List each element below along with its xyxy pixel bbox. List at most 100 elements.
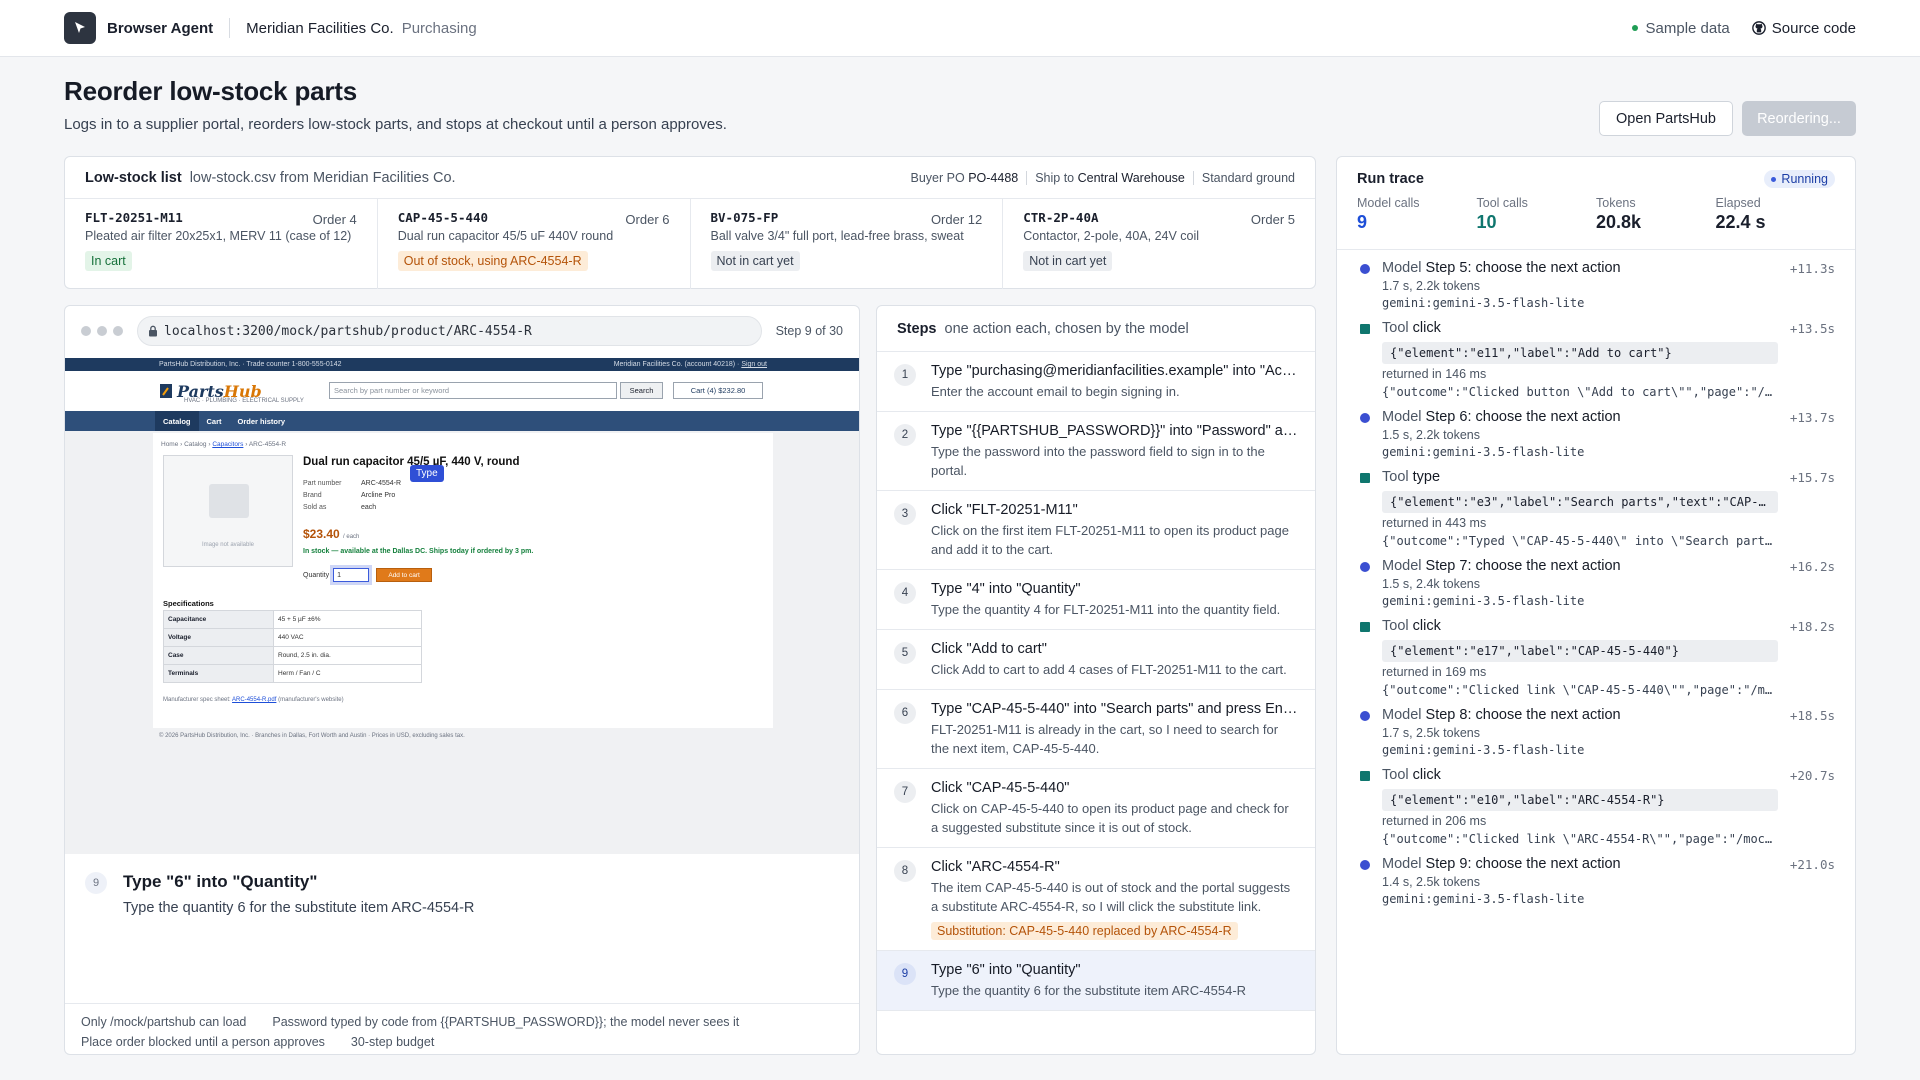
- github-icon: [1751, 21, 1766, 35]
- tool-marker-icon: [1360, 622, 1370, 632]
- source-code-link[interactable]: Source code: [1751, 19, 1856, 37]
- sign-out-link[interactable]: Sign out: [741, 361, 767, 368]
- spec-value: 45 + 5 µF ±6%: [273, 610, 422, 629]
- event-title: Tool type: [1382, 469, 1835, 485]
- event-title: Model Step 6: choose the next action: [1382, 409, 1835, 425]
- steps-subtitle: one action each, chosen by the model: [944, 320, 1189, 337]
- tool-event[interactable]: Tool click +13.5s {"element":"e11","label"…: [1357, 320, 1835, 399]
- event-meta: 1.5 s, 2.4k tokens: [1382, 577, 1480, 591]
- event-kind: Model: [1382, 856, 1422, 872]
- step-number: 9: [894, 963, 916, 985]
- url-bar[interactable]: localhost:3200/mock/partshub/product/ARC…: [137, 316, 762, 346]
- model-marker-icon: [1360, 860, 1370, 870]
- event-title: Tool click: [1382, 320, 1835, 336]
- portal-cart-button[interactable]: Cart (4) $232.80: [673, 382, 763, 399]
- event-kind: Model: [1382, 409, 1422, 425]
- step-title: Click "Add to cart": [931, 641, 1047, 657]
- quantity-input[interactable]: 1: [333, 568, 370, 582]
- tool-args: {"element":"e3","label":"Search parts","…: [1382, 491, 1778, 513]
- event-meta: returned in 206 ms: [1382, 814, 1487, 828]
- top-bar: Browser Agent Meridian Facilities Co. Pu…: [0, 0, 1920, 57]
- tool-event[interactable]: Tool click +20.7s {"element":"e10","label"…: [1357, 767, 1835, 846]
- crumb-link[interactable]: Capacitors: [212, 441, 243, 448]
- crumb-end: › ARC-4554-R: [245, 441, 287, 448]
- event-time: +21.0s: [1789, 857, 1835, 872]
- model-event[interactable]: Model Step 7: choose the next action +16.…: [1357, 558, 1835, 608]
- attribute-label: Part number: [303, 480, 342, 487]
- source-code-label: Source code: [1771, 19, 1856, 37]
- event-name: Step 6: choose the next action: [1425, 409, 1621, 425]
- portal-header: PartsHub HVAC · PLUMBING · ELECTRICAL SU…: [65, 371, 859, 411]
- step-number: 1: [894, 364, 916, 386]
- tool-event[interactable]: Tool click +18.2s {"element":"e17","label"…: [1357, 618, 1835, 697]
- stat-value: 10: [1476, 212, 1497, 232]
- portal-contact: PartsHub Distribution, Inc. · Trade coun…: [159, 361, 342, 368]
- url-text: localhost:3200/mock/partshub/product/ARC…: [164, 323, 532, 339]
- step-item[interactable]: 7 Click "CAP-45-5-440" Click on CAP-45-5-4…: [877, 769, 1315, 848]
- step-title: Type "purchasing@meridianfacilities.exam…: [931, 363, 1299, 379]
- part-card[interactable]: BV-075-FP Order 12 Ball valve 3/4" full po…: [691, 199, 1004, 289]
- part-card[interactable]: FLT-20251-M11 Order 4 Pleated air filter 2…: [65, 199, 378, 289]
- spec-key: Terminals: [163, 664, 274, 683]
- stat-value: 20.8k: [1596, 212, 1642, 232]
- trace-header: Run trace Running Model calls 9 Tool calls…: [1337, 157, 1855, 250]
- event-time: +13.5s: [1789, 321, 1835, 336]
- image-placeholder-icon: [209, 484, 249, 518]
- current-step-title: Type "6" into "Quantity": [123, 872, 318, 891]
- sample-data-indicator: Sample data: [1631, 19, 1730, 37]
- portal-nav-item[interactable]: Cart: [199, 411, 230, 431]
- step-item[interactable]: 5 Click "Add to cart" Click Add to cart to…: [877, 630, 1315, 690]
- add-to-cart-button[interactable]: Add to cart: [376, 568, 433, 582]
- model-event[interactable]: Model Step 8: choose the next action +18.…: [1357, 707, 1835, 757]
- type-action-tag: Type: [410, 465, 444, 482]
- model-event[interactable]: Model Step 5: choose the next action +11.…: [1357, 260, 1835, 310]
- step-item[interactable]: 9 Type "6" into "Quantity" Type the quanti…: [877, 951, 1315, 1011]
- status-dot-icon: [1631, 25, 1638, 31]
- event-title: Model Step 8: choose the next action: [1382, 707, 1835, 723]
- tool-event[interactable]: Tool type +15.7s {"element":"e3","label":"…: [1357, 469, 1835, 548]
- part-card[interactable]: CTR-2P-40A Order 5 Contactor, 2-pole, 40A,…: [1003, 199, 1315, 289]
- open-partshub-button[interactable]: Open PartsHub: [1599, 101, 1733, 136]
- event-time: +13.7s: [1789, 410, 1835, 425]
- part-card[interactable]: CAP-45-5-440 Order 6 Dual run capacitor 45…: [378, 199, 691, 289]
- trace-events[interactable]: Model Step 5: choose the next action +11.…: [1337, 260, 1855, 906]
- po-number: PO-4488: [968, 170, 1019, 185]
- quantity-label: Quantity: [303, 571, 330, 579]
- portal-search-button[interactable]: Search: [620, 382, 663, 399]
- step-item[interactable]: 8 Click "ARC-4554-R" The item CAP-45-5-440…: [877, 848, 1315, 951]
- step-description: Type the quantity 4 for FLT-20251-M11 in…: [931, 602, 1281, 617]
- product-page: Home › Catalog › Capacitors › ARC-4554-R…: [153, 433, 773, 728]
- trace-stat: Model calls 9: [1357, 196, 1477, 233]
- portal-nav-item[interactable]: Catalog: [155, 411, 199, 431]
- event-name: Step 7: choose the next action: [1425, 558, 1621, 574]
- model-marker-icon: [1360, 562, 1370, 572]
- model-name: gemini:gemini-3.5-flash-lite: [1382, 296, 1585, 310]
- attribute-label: Brand: [303, 492, 322, 499]
- event-time: +16.2s: [1789, 559, 1835, 574]
- sample-data-label: Sample data: [1645, 19, 1730, 37]
- manufacturer-note: Manufacturer spec sheet: ARC-4554-R.pdf …: [163, 697, 344, 703]
- step-item[interactable]: 2 Type "{{PARTSHUB_PASSWORD}}" into "Pass…: [877, 412, 1315, 491]
- attribute-value: each: [361, 504, 377, 511]
- event-meta: returned in 146 ms: [1382, 367, 1487, 381]
- part-description: Contactor, 2-pole, 40A, 24V coil: [1023, 229, 1200, 243]
- stat-value: 22.4 s: [1715, 212, 1766, 232]
- model-marker-icon: [1360, 711, 1370, 721]
- model-event[interactable]: Model Step 6: choose the next action +13.…: [1357, 409, 1835, 459]
- step-item[interactable]: 1 Type "purchasing@meridianfacilities.exa…: [877, 352, 1315, 412]
- event-kind: Model: [1382, 558, 1422, 574]
- step-item[interactable]: 4 Type "4" into "Quantity" Type the quanti…: [877, 570, 1315, 630]
- part-order-qty: Order 4: [312, 212, 357, 227]
- portal-nav-item[interactable]: Order history: [230, 411, 294, 431]
- spec-key: Case: [163, 646, 274, 665]
- step-item[interactable]: 3 Click "FLT-20251-M11" Click on the first…: [877, 491, 1315, 570]
- spec-sheet-link[interactable]: ARC-4554-R.pdf: [232, 697, 276, 703]
- portal-search-input[interactable]: Search by part number or keyword: [329, 382, 617, 399]
- status-badge: Out of stock, using ARC-4554-R: [397, 251, 588, 271]
- status-badge: Not in cart yet: [1023, 251, 1113, 271]
- model-event[interactable]: Model Step 9: choose the next action +21.…: [1357, 856, 1835, 906]
- event-time: +15.7s: [1789, 470, 1835, 485]
- step-item[interactable]: 6 Type "CAP-45-5-440" into "Search parts"…: [877, 690, 1315, 769]
- reordering-button[interactable]: Reordering...: [1742, 101, 1856, 136]
- low-stock-title: Low-stock list: [85, 169, 182, 186]
